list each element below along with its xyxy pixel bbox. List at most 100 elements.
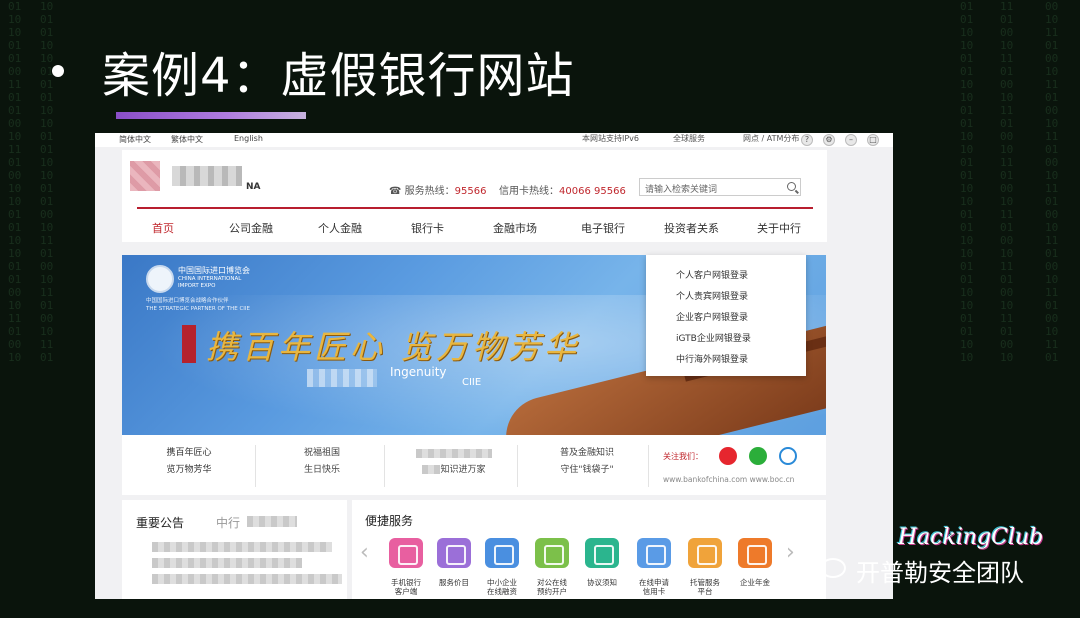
lang-traditional[interactable]: 繁体中文 (171, 134, 203, 145)
service-label-line1: 手机银行 (391, 578, 421, 587)
service-sme-finance[interactable]: 中小企业 在线融资 (480, 538, 524, 596)
annuity-icon (738, 538, 772, 568)
global-service-link[interactable]: 全球服务 (673, 133, 705, 144)
service-label: 企业年金 (733, 578, 777, 587)
nav-e-banking[interactable]: 电子银行 (581, 220, 625, 236)
search-icon[interactable] (787, 182, 796, 191)
service-label: 在线申请 信用卡 (632, 578, 676, 596)
strip-cell-1[interactable]: 携百年匠心 览万物芳华 (154, 445, 224, 479)
chevron-left-icon[interactable]: ‹ (360, 540, 369, 565)
service-label-line1: 在线申请 (639, 578, 669, 587)
service-label: 中小企业 在线融资 (480, 578, 524, 596)
ctrl-icon-1[interactable]: ? (801, 134, 813, 146)
service-label-line1: 协议须知 (587, 578, 617, 587)
service-hotline-label: 服务热线： (404, 186, 455, 197)
nav-financial-market[interactable]: 金融市场 (493, 220, 537, 236)
matrix-bg: 0110100101001101010010110100101001011010… (8, 0, 22, 364)
service-label-line1: 对公在线 (537, 578, 567, 587)
service-custody[interactable]: 托管服务 平台 (683, 538, 727, 596)
notice-panel: 重要公告 中行 (122, 500, 347, 599)
strip-divider (648, 445, 649, 487)
strip-divider (255, 445, 256, 487)
card-hotline-label: 信用卡热线： (499, 186, 559, 197)
banner-en-text: Ingenuity (390, 365, 447, 379)
maximize-icon[interactable]: □ (867, 134, 879, 146)
custody-icon (688, 538, 722, 568)
headset-icon[interactable] (779, 447, 797, 465)
service-label-line1: 中小企业 (487, 578, 517, 587)
service-label-line1: 企业年金 (740, 578, 770, 587)
strip-cell-4-line2: 守住"钱袋子" (560, 465, 614, 475)
ipv6-note: 本网站支持IPv6 (582, 134, 640, 143)
strip-cell-3[interactable]: 知识进万家 (414, 445, 494, 479)
service-hotline: ☎ 服务热线：95566 (389, 182, 486, 197)
expo-logo-icon (146, 265, 174, 293)
service-account-booking[interactable]: 对公在线 预约开户 (530, 538, 574, 596)
strip-divider (384, 445, 385, 487)
service-label-line2: 信用卡 (642, 587, 666, 596)
nav-investor-relations[interactable]: 投资者关系 (664, 220, 719, 236)
logo-suffix: NA (246, 182, 261, 192)
nav-personal[interactable]: 个人金融 (318, 220, 362, 236)
blurred-text (416, 449, 492, 458)
price-list-icon (437, 538, 471, 568)
blurred-logo (130, 161, 160, 191)
nav-about[interactable]: 关于中行 (757, 220, 801, 236)
strip-cell-3-line2: 知识进万家 (440, 465, 486, 475)
blurred-notice-line[interactable] (152, 574, 342, 584)
strip-divider (517, 445, 518, 487)
nav-corporate[interactable]: 公司金融 (229, 220, 273, 236)
top-bar: 简体中文 繁体中文 English 本网站支持IPv6 全球服务 网点 / AT… (95, 133, 893, 147)
search-placeholder: 请输入检索关键词 (645, 185, 718, 195)
blurred-text (307, 369, 377, 387)
service-label: 对公在线 预约开户 (530, 578, 574, 596)
login-igtb[interactable]: iGTB企业网银登录 (676, 331, 751, 344)
strip-cell-4[interactable]: 普及金融知识 守住"钱袋子" (547, 445, 627, 479)
service-agreement[interactable]: 协议须知 (580, 538, 624, 587)
slide-title: 案例4：虚假银行网站 (52, 36, 575, 106)
strip-cell-3-line2-wrap: 知识进万家 (414, 462, 494, 479)
expo-en-1: CHINA INTERNATIONAL (178, 276, 242, 282)
login-vip[interactable]: 个人贵宾网银登录 (676, 289, 748, 302)
service-annuity[interactable]: 企业年金 (733, 538, 777, 587)
feature-strip: 携百年匠心 览万物芳华 祝福祖国 生日快乐 知识进万家 普及金融知识 守住"钱袋… (122, 435, 826, 495)
matrix-bg: 0010110100101101001011010010110100101101… (1045, 0, 1059, 364)
account-booking-icon (535, 538, 569, 568)
blurred-notice-line[interactable] (152, 542, 332, 552)
nav-home[interactable]: 首页 (152, 220, 174, 236)
blurred-notice-line[interactable] (152, 558, 302, 568)
mobile-banking-icon (389, 538, 423, 568)
minimize-icon[interactable]: – (845, 134, 857, 146)
service-hotline-number: 95566 (454, 186, 487, 197)
follow-label: 关注我们： (663, 452, 703, 461)
lang-english[interactable]: English (234, 134, 263, 143)
search-input[interactable]: 请输入检索关键词 (639, 178, 801, 196)
nav-divider (137, 207, 813, 209)
lang-simplified[interactable]: 简体中文 (119, 134, 151, 145)
login-overseas[interactable]: 中行海外网银登录 (676, 352, 748, 365)
credit-card-icon (637, 538, 671, 568)
login-personal[interactable]: 个人客户网银登录 (676, 268, 748, 281)
banner-slogan: 携百年匠心 览万物芳华 (206, 328, 581, 366)
ctrl-icon-2[interactable]: ⚙ (823, 134, 835, 146)
expo-sub-1: 中国国际进口博览会战略合作伙伴 (146, 298, 229, 304)
strip-cell-2[interactable]: 祝福祖国 生日快乐 (287, 445, 357, 479)
service-price-list[interactable]: 服务价目 (432, 538, 476, 587)
service-label-line1: 托管服务 (690, 578, 720, 587)
notice-title[interactable]: 重要公告 (136, 514, 184, 531)
notice-tab-2[interactable]: 中行 (216, 514, 240, 531)
service-label: 协议须知 (580, 578, 624, 587)
nav-bank-card[interactable]: 银行卡 (411, 220, 444, 236)
weibo-icon[interactable] (719, 447, 737, 465)
service-mobile-banking[interactable]: 手机银行 客户端 (384, 538, 428, 596)
red-seal (182, 325, 196, 363)
site-header: NA ☎ 服务热线：95566 信用卡热线：40066 95566 请输入检索关… (122, 150, 827, 242)
banner-ciie: CIIE (462, 377, 482, 388)
chevron-right-icon[interactable]: › (786, 540, 795, 565)
login-corporate[interactable]: 企业客户网银登录 (676, 310, 748, 323)
wechat-icon (820, 558, 846, 578)
strip-cell-3-line1-wrap (414, 445, 494, 462)
wechat-icon[interactable] (749, 447, 767, 465)
service-label: 手机银行 客户端 (384, 578, 428, 596)
service-credit-card-apply[interactable]: 在线申请 信用卡 (632, 538, 676, 596)
